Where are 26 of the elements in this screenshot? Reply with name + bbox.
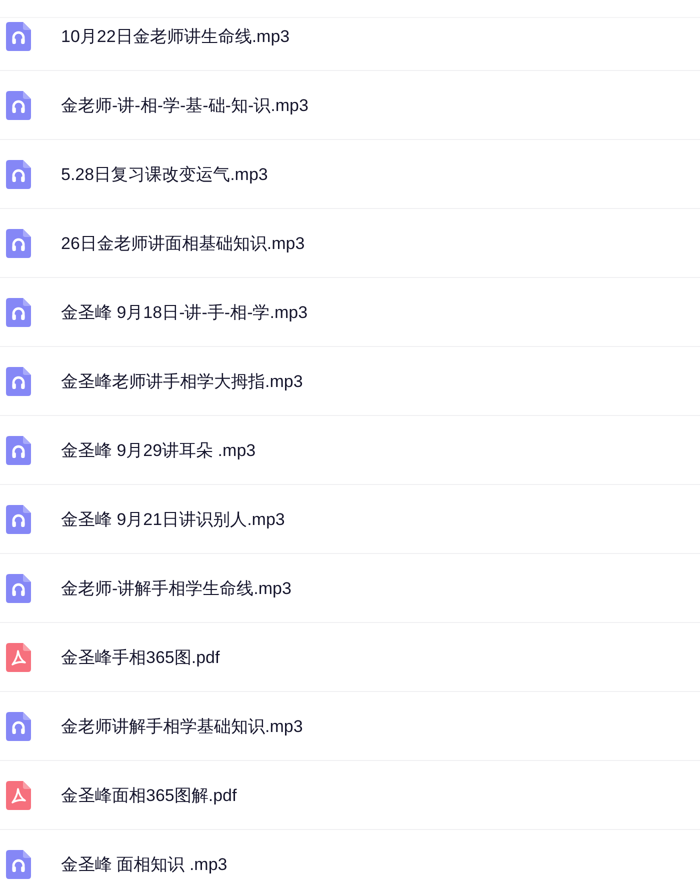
file-name[interactable]: 金圣峰手相365图.pdf [61, 646, 220, 668]
headphones-file-icon [6, 504, 31, 534]
pdf-file-icon [6, 780, 31, 810]
headphones-file-icon [6, 574, 31, 602]
headphones-file-icon [6, 22, 31, 50]
headphones-file-icon [6, 228, 31, 258]
file-name[interactable]: 5.28日复习课改变运气.mp3 [61, 162, 268, 186]
headphones-file-icon [6, 712, 31, 740]
file-name[interactable]: 金圣峰 9月21日讲识别人.mp3 [61, 508, 285, 530]
headphones-file-icon [6, 298, 31, 326]
headphones-file-icon [6, 850, 31, 878]
file-name[interactable]: 金圣峰面相365图解.pdf [61, 784, 237, 806]
file-name[interactable]: 金圣峰 9月29讲耳朵 .mp3 [61, 438, 256, 462]
file-name[interactable]: 金圣峰老师讲手相学大拇指.mp3 [61, 370, 303, 392]
headphones-file-icon [6, 436, 31, 464]
headphones-file-icon [6, 160, 31, 188]
headphones-file-icon [6, 366, 31, 396]
file-name[interactable]: 金老师-讲解手相学生命线.mp3 [61, 576, 292, 600]
file-name[interactable]: 金圣峰 9月18日-讲-手-相-学.mp3 [61, 300, 308, 324]
file-name[interactable]: 26日金老师讲面相基础知识.mp3 [61, 232, 305, 254]
pdf-file-icon [6, 642, 31, 672]
file-name[interactable]: 10月22日金老师讲生命线.mp3 [61, 24, 290, 48]
file-name[interactable]: 金老师-讲-相-学-基-础-知-识.mp3 [61, 94, 308, 116]
headphones-file-icon [6, 90, 31, 120]
file-name[interactable]: 金圣峰 面相知识 .mp3 [61, 852, 228, 876]
file-name[interactable]: 金老师讲解手相学基础知识.mp3 [61, 714, 303, 738]
